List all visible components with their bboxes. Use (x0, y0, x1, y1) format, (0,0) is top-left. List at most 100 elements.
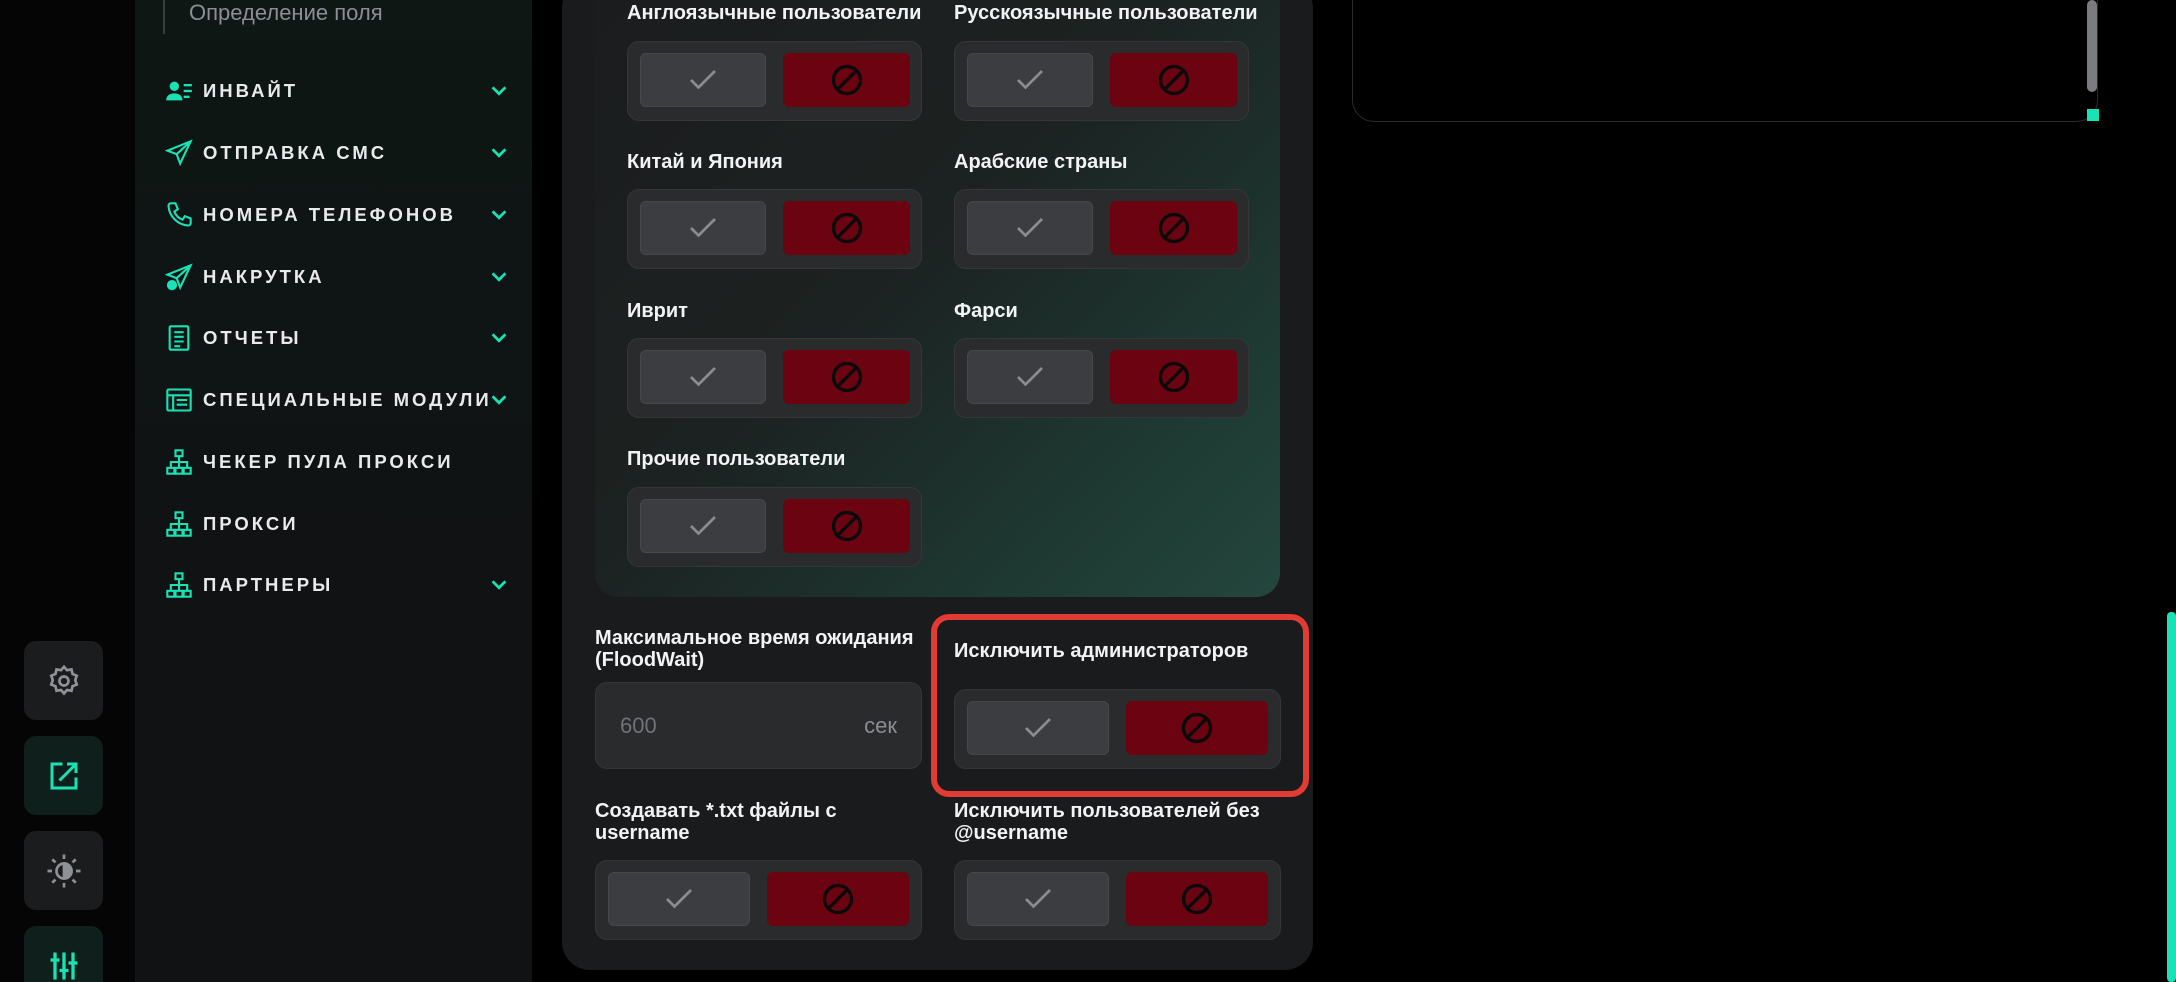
phone-icon (167, 202, 192, 227)
other-users-label: Прочие пользователи (627, 448, 846, 470)
sidebar-item-partners[interactable]: ПАРТНЕРЫ (165, 565, 510, 605)
network-icon (166, 572, 192, 598)
sidebar-item-reports[interactable]: ОТЧЕТЫ (165, 318, 510, 358)
sidebar-item-label: НОМЕРА ТЕЛЕФОНОВ (203, 204, 456, 225)
deny-button[interactable] (1110, 53, 1237, 107)
sidebar-item-special-modules[interactable]: СПЕЦИАЛЬНЫЕ МОДУЛИ (165, 380, 510, 420)
allow-button[interactable] (608, 872, 750, 926)
settings-button[interactable] (24, 641, 103, 720)
china-japan-label: Китай и Япония (627, 151, 783, 173)
sidebar-subitem-field-definition[interactable]: Определение поля (163, 0, 383, 34)
block-icon (831, 64, 862, 96)
sliders-button[interactable] (24, 926, 103, 982)
allow-button[interactable] (640, 53, 766, 107)
floodwait-input[interactable]: 600 сек (595, 682, 922, 769)
check-icon (1017, 367, 1043, 387)
chevron-down-icon (491, 395, 507, 405)
block-icon (831, 212, 862, 244)
farsi-label: Фарси (954, 300, 1018, 322)
block-icon (831, 361, 862, 393)
check-icon (690, 218, 716, 238)
external-link-icon (50, 762, 77, 789)
arabic-countries-toggle (954, 189, 1249, 269)
sidebar-item-label: ПАРТНЕРЫ (203, 574, 334, 595)
deny-button[interactable] (783, 53, 910, 107)
chevron-down-icon (491, 86, 507, 96)
sidebar-item-phones[interactable]: НОМЕРА ТЕЛЕФОНОВ (165, 195, 510, 235)
deny-button[interactable] (783, 350, 910, 404)
document-icon (168, 325, 190, 351)
check-icon (1017, 70, 1043, 90)
allow-button[interactable] (967, 201, 1093, 255)
create-txt-label: Создавать *.txt файлы с username (595, 800, 837, 844)
send-icon (165, 139, 193, 167)
exclude-no-username-label: Исключить пользователей без @username (954, 800, 1260, 844)
hebrew-label: Иврит (627, 300, 688, 322)
sidebar-item-proxy[interactable]: ПРОКСИ (165, 504, 510, 544)
users-list-icon (166, 81, 192, 101)
network-icon (166, 449, 192, 475)
chevron-down-icon (491, 210, 507, 220)
check-icon (690, 367, 716, 387)
sidebar-item-label: ПРОКСИ (203, 513, 299, 534)
sidebar-item-proxy-checker[interactable]: ЧЕКЕР ПУЛА ПРОКСИ (165, 442, 510, 482)
chevron-down-icon (491, 333, 507, 343)
icon-rail (0, 0, 135, 982)
deny-button[interactable] (783, 201, 910, 255)
check-icon (690, 70, 716, 90)
allow-button[interactable] (967, 350, 1093, 404)
block-icon (1158, 212, 1189, 244)
external-link-button[interactable] (24, 736, 103, 815)
check-icon (666, 889, 692, 909)
chevron-down-icon (491, 148, 507, 158)
hebrew-toggle (627, 338, 922, 418)
check-icon (690, 516, 716, 536)
theme-toggle-button[interactable] (24, 831, 103, 910)
china-japan-toggle (627, 189, 922, 269)
chevron-down-icon (491, 272, 507, 282)
sidebar-item-label: ОТПРАВКА СМС (203, 142, 388, 163)
sidebar-item-label: ЧЕКЕР ПУЛА ПРОКСИ (203, 451, 454, 472)
block-icon (831, 510, 862, 542)
sidebar-item-label: СПЕЦИАЛЬНЫЕ МОДУЛИ (203, 389, 492, 410)
textarea-field[interactable] (1352, 0, 2098, 122)
settings-icon (49, 664, 78, 696)
english-users-label: Англоязычные пользователи (627, 2, 922, 24)
sidebar-item-invite[interactable]: ИНВАЙТ (165, 71, 510, 111)
network-icon (166, 511, 192, 537)
theme-icon (47, 854, 80, 887)
floodwait-unit: сек (864, 713, 897, 738)
sidebar-item-label: ИНВАЙТ (203, 80, 299, 101)
module-icon (166, 388, 192, 412)
create-txt-toggle (595, 860, 922, 940)
deny-button[interactable] (783, 499, 910, 553)
farsi-toggle (954, 338, 1249, 418)
deny-button[interactable] (1126, 872, 1268, 926)
russian-users-toggle (954, 41, 1249, 121)
block-icon (1158, 361, 1189, 393)
block-icon (1181, 883, 1213, 915)
floodwait-placeholder: 600 (620, 713, 657, 738)
floodwait-label: Максимальное время ожидания (FloodWait) (595, 627, 914, 671)
page-scrollbar[interactable] (2167, 612, 2176, 982)
sidebar-item-boost[interactable]: НАКРУТКА (165, 257, 510, 297)
arabic-countries-label: Арабские страны (954, 151, 1128, 173)
sidebar: Определение поля ИНВАЙТ ОТПРАВКА СМС НОМ… (135, 0, 532, 982)
resize-handle[interactable] (2087, 109, 2099, 121)
textarea-scrollbar[interactable] (2087, 0, 2097, 92)
deny-button[interactable] (767, 872, 909, 926)
sidebar-item-sms[interactable]: ОТПРАВКА СМС (165, 133, 510, 173)
allow-button[interactable] (967, 53, 1093, 107)
other-users-toggle (627, 487, 922, 567)
exclude-no-username-toggle (954, 860, 1281, 940)
allow-button[interactable] (640, 201, 766, 255)
chevron-down-icon (491, 580, 507, 590)
allow-button[interactable] (967, 872, 1109, 926)
allow-button[interactable] (640, 350, 766, 404)
deny-button[interactable] (1110, 350, 1237, 404)
sidebar-item-label: НАКРУТКА (203, 266, 325, 287)
highlight-box (931, 614, 1309, 797)
allow-button[interactable] (640, 499, 766, 553)
deny-button[interactable] (1110, 201, 1237, 255)
sidebar-item-label: ОТЧЕТЫ (203, 327, 302, 348)
